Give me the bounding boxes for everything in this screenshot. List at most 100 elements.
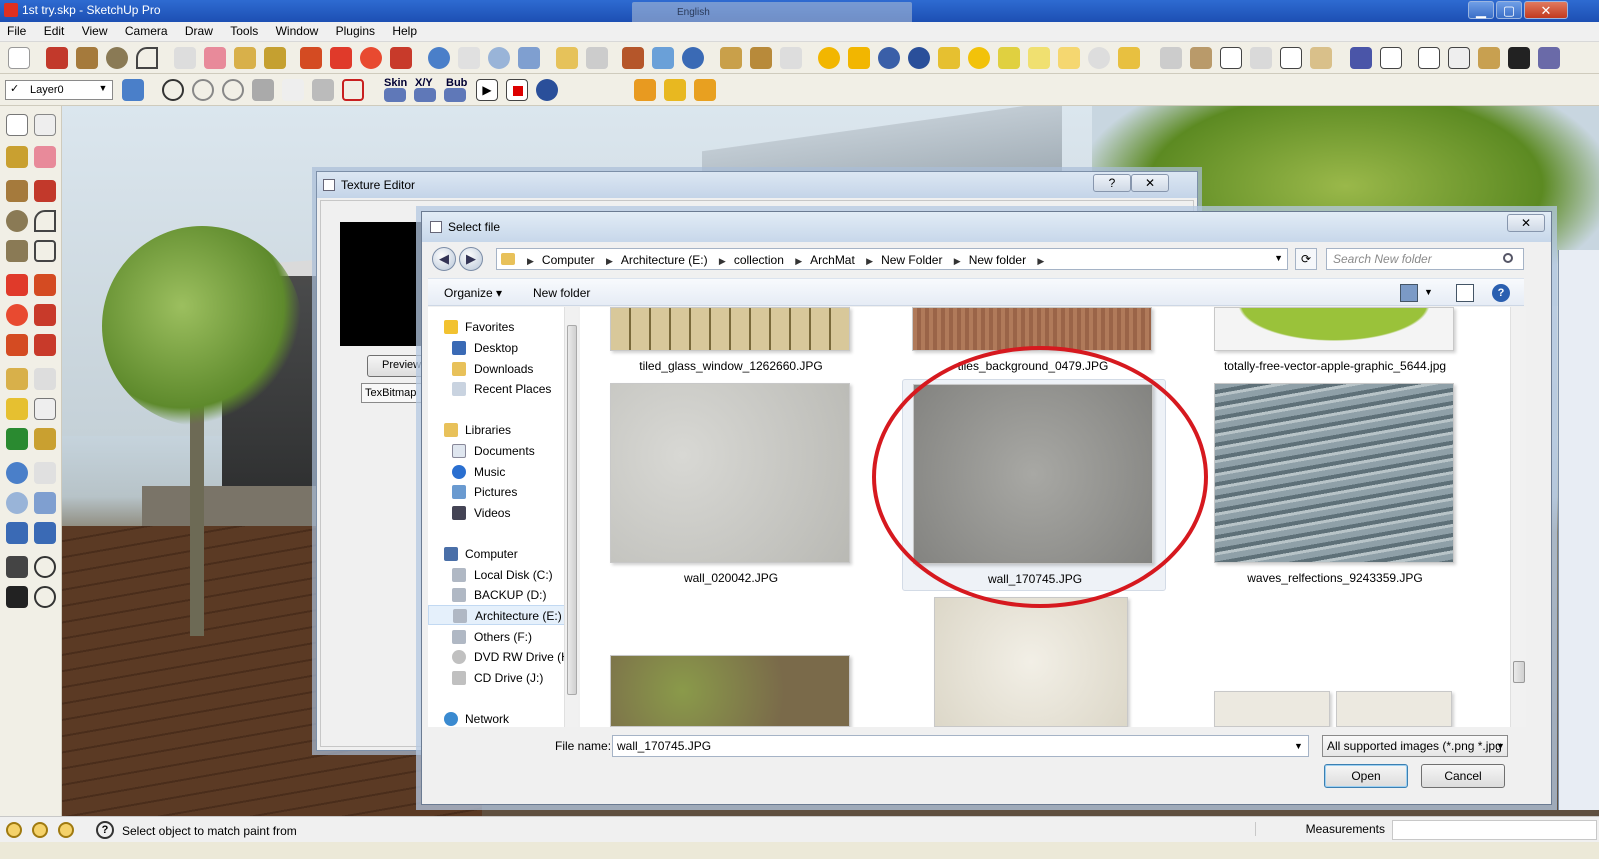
organize-button[interactable]: Organize ▾	[444, 286, 502, 300]
chevron-down-icon[interactable]: ▼	[1496, 741, 1505, 751]
file-tile[interactable]: tiled_glass_window_1262660.JPG	[610, 307, 852, 377]
pencil-tool-icon[interactable]	[46, 47, 68, 69]
menu-help[interactable]: Help	[385, 22, 424, 40]
file-tile[interactable]	[610, 655, 852, 727]
file-thumbnail[interactable]	[1214, 383, 1454, 563]
polygon-icon[interactable]	[6, 240, 28, 262]
search-input[interactable]: Search New folder	[1326, 248, 1524, 270]
paint-bucket-tool-icon[interactable]	[6, 146, 28, 168]
plugin-tool-5-icon[interactable]	[664, 79, 686, 101]
nav-music[interactable]: Music	[428, 462, 577, 482]
sandbox-1-icon[interactable]	[192, 79, 214, 101]
plugin-tool-2-icon[interactable]	[750, 47, 772, 69]
vray-help-icon[interactable]	[908, 47, 930, 69]
zoom-icon[interactable]	[488, 47, 510, 69]
previous-view-icon[interactable]	[6, 522, 28, 544]
wireframe-icon[interactable]	[1380, 47, 1402, 69]
stop-icon[interactable]	[506, 79, 528, 101]
scroll-thumb[interactable]	[1513, 661, 1525, 683]
zoom-extents-icon[interactable]	[518, 47, 540, 69]
file-tile[interactable]: wall_020042.JPG	[610, 383, 852, 593]
breadcrumb-item[interactable]: Architecture (E:)	[621, 253, 708, 267]
zoom-tool-icon[interactable]	[6, 492, 28, 514]
nav-computer[interactable]: Computer	[428, 544, 577, 564]
offset-tool-icon[interactable]	[34, 334, 56, 356]
nav-favorites[interactable]: Favorites	[428, 317, 577, 337]
file-tile[interactable]	[934, 597, 1130, 727]
select-arrow-icon[interactable]	[6, 114, 28, 136]
breadcrumb-item[interactable]: New Folder	[881, 253, 942, 267]
breadcrumb-item[interactable]: collection	[734, 253, 784, 267]
file-name[interactable]: tiled_glass_window_1262660.JPG	[590, 359, 872, 373]
get-models-icon[interactable]	[556, 47, 578, 69]
new-folder-button[interactable]: New folder	[533, 286, 590, 300]
scale-tool-icon[interactable]	[6, 334, 28, 356]
file-grid-scrollbar[interactable]	[1510, 307, 1526, 727]
menu-draw[interactable]: Draw	[178, 22, 220, 40]
file-thumbnail[interactable]	[610, 307, 850, 351]
zoom-window-tool-icon[interactable]	[34, 492, 56, 514]
nav-pane-scrollbar[interactable]	[564, 307, 578, 727]
sandbox-5-icon[interactable]	[312, 79, 334, 101]
nav-desktop[interactable]: Desktop	[428, 338, 577, 358]
orbit-tool-icon[interactable]	[6, 462, 28, 484]
freehand-icon[interactable]	[34, 240, 56, 262]
nav-dvd-drive-h[interactable]: DVD RW Drive (H	[428, 647, 577, 667]
share-model-icon[interactable]	[586, 47, 608, 69]
back-arrow-icon[interactable]: ◀	[432, 247, 456, 271]
search-icon[interactable]	[1503, 253, 1513, 263]
arc-tool-icon[interactable]	[136, 47, 158, 69]
file-type-select[interactable]: All supported images (*.png *.jpg	[1322, 735, 1508, 757]
file-thumbnail[interactable]	[1214, 691, 1330, 727]
nav-others-f[interactable]: Others (F:)	[428, 627, 577, 647]
select-tool-icon[interactable]	[8, 47, 30, 69]
chevron-down-icon[interactable]: ▼	[1274, 253, 1283, 263]
axes-tool-icon[interactable]	[6, 428, 28, 450]
menu-tools[interactable]: Tools	[223, 22, 265, 40]
menu-camera[interactable]: Camera	[118, 22, 175, 40]
plugin-tool-6-icon[interactable]	[694, 79, 716, 101]
iso-view-icon[interactable]	[1160, 47, 1182, 69]
nav-recent-places[interactable]: Recent Places	[428, 379, 577, 399]
front-view-icon[interactable]	[1220, 47, 1242, 69]
file-name[interactable]: waves_relfections_9243359.JPG	[1194, 571, 1476, 585]
left-view-icon[interactable]	[1310, 47, 1332, 69]
breadcrumb-item[interactable]: New folder	[969, 253, 1026, 267]
vray-spot-light-icon[interactable]	[998, 47, 1020, 69]
hidden-line-icon[interactable]	[1418, 47, 1440, 69]
component-icon[interactable]	[34, 114, 56, 136]
dimension-tool-icon[interactable]	[34, 368, 56, 390]
nav-local-disk-c[interactable]: Local Disk (C:)	[428, 565, 577, 585]
walk-icon[interactable]	[6, 586, 28, 608]
open-button[interactable]: Open	[1324, 764, 1408, 788]
plugin-tool-3-icon[interactable]	[780, 47, 802, 69]
text-tool-icon[interactable]	[34, 398, 56, 420]
geo-location-status-icon[interactable]	[6, 822, 22, 838]
plugin-tool-4-icon[interactable]	[634, 79, 656, 101]
line-tool-icon[interactable]	[34, 180, 56, 202]
sandbox-6-icon[interactable]	[342, 79, 364, 101]
menu-plugins[interactable]: Plugins	[329, 22, 382, 40]
shaded-textures-icon[interactable]	[1478, 47, 1500, 69]
make-component-icon[interactable]	[174, 47, 196, 69]
monochrome-icon[interactable]	[1508, 47, 1530, 69]
cancel-button[interactable]: Cancel	[1421, 764, 1505, 788]
position-camera-icon[interactable]	[6, 556, 28, 578]
minimize-button[interactable]: ▁	[1468, 1, 1494, 19]
top-view-icon[interactable]	[1190, 47, 1212, 69]
help-button[interactable]: ?	[1093, 174, 1131, 192]
back-view-icon[interactable]	[1280, 47, 1302, 69]
vray-material-icon[interactable]	[818, 47, 840, 69]
file-tile[interactable]: waves_relfections_9243359.JPG	[1214, 383, 1456, 593]
file-thumbnail[interactable]	[1214, 307, 1454, 351]
nav-network[interactable]: Network	[428, 709, 577, 727]
eraser-icon[interactable]	[204, 47, 226, 69]
pushpull-tool-icon[interactable]	[34, 274, 56, 296]
help-icon[interactable]: ?	[1492, 284, 1510, 302]
pan-icon[interactable]	[458, 47, 480, 69]
menu-window[interactable]: Window	[269, 22, 326, 40]
chevron-down-icon[interactable]: ▼	[1294, 741, 1303, 751]
chevron-down-icon[interactable]: ▼	[96, 83, 110, 97]
follow-me-icon[interactable]	[390, 47, 412, 69]
components-icon[interactable]	[622, 47, 644, 69]
